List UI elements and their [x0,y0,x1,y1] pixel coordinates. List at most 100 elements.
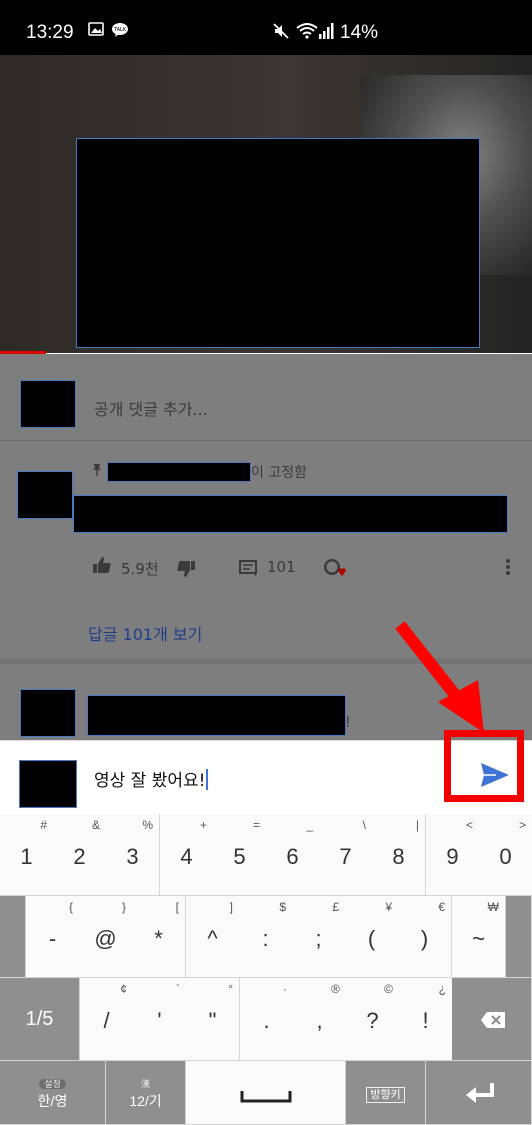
key-secondary-label: = [252,818,260,832]
key-label: ' [157,1008,162,1033]
send-icon[interactable] [480,762,510,792]
key-keyboard-row3-2[interactable]: ° " [186,978,240,1061]
keyboard-edge [506,896,532,978]
key-label: , [316,1008,323,1033]
key-label: 6 [286,844,299,869]
key-secondary-label: ° [228,982,233,996]
key-keyboard-row2-6[interactable]: ¥( [345,896,399,978]
mode-switch-key[interactable]: 漢 12/기 [106,1061,186,1125]
page-switch-label: 1/5 [25,1008,54,1030]
page-switch-key[interactable]: 1/5 [0,978,80,1061]
key-secondary-label: $ [279,900,286,914]
key-secondary-label: € [438,900,445,914]
key-keyboard-row1-5[interactable]: _ 6 [266,814,320,896]
signal-icon [318,22,334,44]
mode-key-sub: 漢 [140,1079,150,1089]
mute-icon [272,22,290,44]
battery-percent: 14% [340,22,379,43]
key-secondary-label: _ [306,818,313,832]
space-key[interactable] [186,1061,346,1125]
key-label: ^ [207,926,218,951]
key-keyboard-row1-2[interactable]: % 3 [106,814,160,896]
commenter-avatar[interactable] [20,689,76,737]
key-secondary-label: | [415,818,419,832]
key-keyboard-row2-2[interactable]: [* [132,896,186,978]
key-keyboard-row3-1[interactable]: ` ' [133,978,187,1061]
key-label: - [48,926,57,951]
key-keyboard-row1-3[interactable]: +4 [160,814,214,896]
reply-count: 101 [267,558,296,576]
key-label: 2 [73,844,86,869]
key-label: ( [367,926,376,951]
space-icon [240,1091,292,1103]
key-label: 0 [499,844,512,869]
key-keyboard-row3-4[interactable]: ®, [293,978,347,1061]
redacted-channel-name [107,462,251,482]
key-keyboard-row3-3[interactable]: ·. [240,978,294,1061]
key-keyboard-row1-0[interactable]: #1 [0,814,54,896]
lang-key-label: 한/영 [37,1093,68,1109]
view-replies-link[interactable]: 답글 101개 보기 [88,621,202,645]
arrow-keys-key[interactable]: 방향키 [346,1061,426,1125]
key-keyboard-row1-8[interactable]: <9 [426,814,480,896]
keyboard: 설정 한/영 漢 12/기 방향키 #1 & 2% 3 +4 = 5 _ 6 \ 7 | 8 <9 >0{-… [0,814,532,1125]
key-keyboard-row2-4[interactable]: $: [239,896,293,978]
svg-text:TALK: TALK [113,27,127,33]
key-keyboard-row1-7[interactable]: | 8 [372,814,426,896]
wifi-icon [296,22,318,44]
key-label: 8 [392,844,405,869]
key-secondary-label: [ [175,900,179,914]
key-keyboard-row2-0[interactable]: {- [26,896,80,978]
key-keyboard-row3-0[interactable]: ¢ / [80,978,134,1061]
key-label: 1 [20,844,33,869]
key-secondary-label: ¿ [438,982,446,996]
pin-icon [92,463,102,481]
key-keyboard-row2-1[interactable]: } @ [79,896,133,978]
key-keyboard-row1-9[interactable]: >0 [479,814,532,896]
key-secondary-label: % [142,818,153,832]
key-label: 3 [126,844,139,869]
key-keyboard-row2-5[interactable]: £; [292,896,346,978]
key-label: 9 [446,844,459,869]
dislike-icon[interactable] [176,560,196,582]
like-icon[interactable] [92,556,112,578]
key-keyboard-row1-6[interactable]: \ 7 [319,814,373,896]
key-secondary-label: > [518,818,526,832]
mode-key-label: 12/기 [129,1093,162,1109]
key-keyboard-row3-5[interactable]: ©? [346,978,400,1061]
video-player[interactable] [0,55,532,353]
key-label: 7 [339,844,352,869]
avatar [20,380,76,428]
key-secondary-label: < [465,818,473,832]
backspace-key[interactable] [452,978,532,1061]
comment-input[interactable]: 영상 잘 봤어요! [94,766,209,791]
creator-heart-icon [322,557,348,585]
arrow-key-label: 방향키 [366,1087,405,1103]
key-secondary-label: ¥ [385,900,392,914]
key-label: . [263,1008,270,1033]
key-keyboard-row2-7[interactable]: €) [398,896,452,978]
user-avatar [19,760,77,808]
key-secondary-label: ] [229,900,233,914]
backspace-icon [481,1012,505,1028]
key-keyboard-row1-4[interactable]: = 5 [213,814,267,896]
gallery-icon [88,22,104,40]
reply-icon[interactable] [239,560,257,581]
key-label: ) [420,926,429,951]
enter-key[interactable] [426,1061,532,1125]
like-count: 5.9천 [121,560,159,578]
key-keyboard-row3-6[interactable]: ¿! [399,978,453,1061]
key-label: ~ [472,926,485,951]
key-keyboard-row2-3[interactable]: ] ^ [186,896,240,978]
text-cursor [206,769,209,790]
key-keyboard-row2-8[interactable]: ₩ ~ [452,896,506,978]
key-keyboard-row1-1[interactable]: & 2 [53,814,107,896]
key-secondary-label: ® [331,982,340,996]
add-comment-placeholder[interactable]: 공개 댓글 추가... [94,396,208,420]
talk-icon: TALK [111,22,129,42]
commenter-avatar[interactable] [17,471,73,519]
comment-input-text: 영상 잘 봤어요! [94,771,206,791]
lang-switch-key[interactable]: 설정 한/영 [0,1061,106,1125]
key-label: ; [315,926,322,951]
more-options-icon[interactable] [505,558,511,580]
